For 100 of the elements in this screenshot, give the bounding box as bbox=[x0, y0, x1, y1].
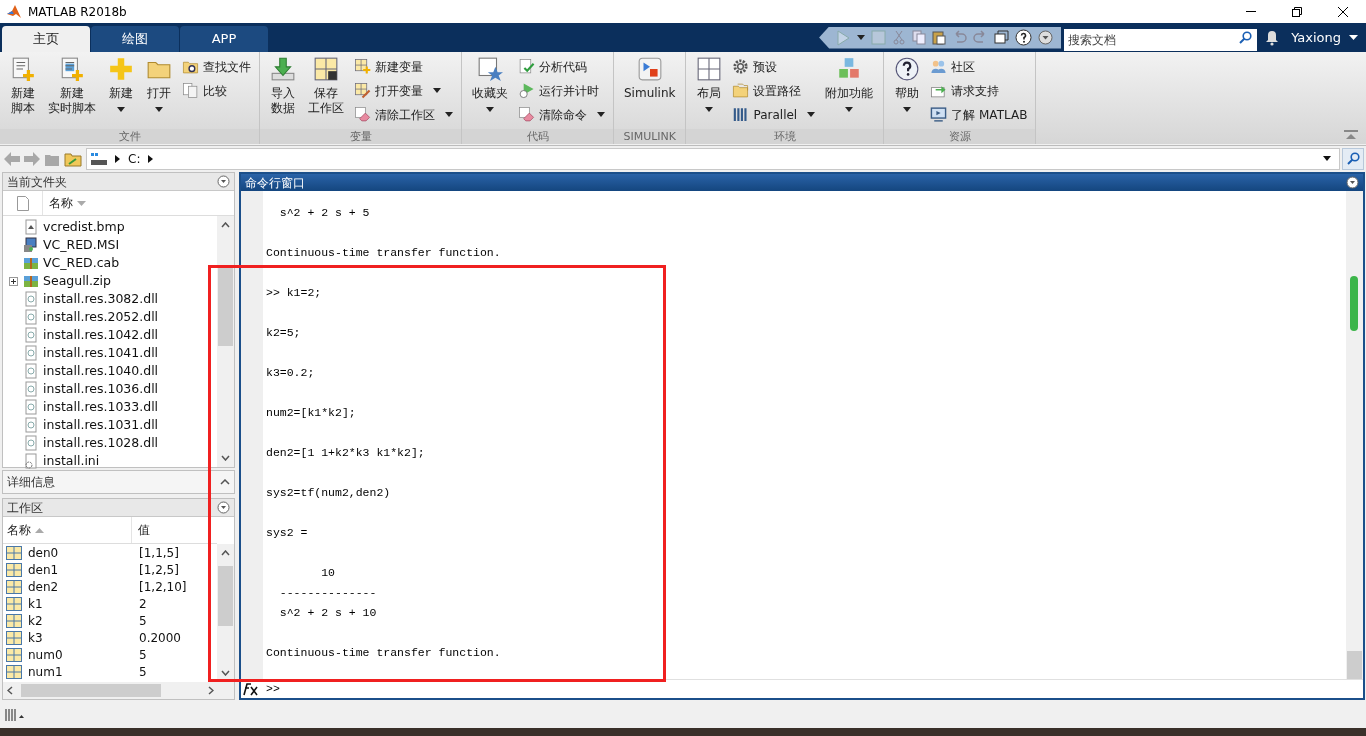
panel-menu-icon[interactable] bbox=[1346, 176, 1359, 189]
file-name[interactable]: install.res.3082.dll bbox=[43, 289, 159, 309]
browse-folder-icon[interactable] bbox=[64, 150, 82, 167]
scrollbar[interactable] bbox=[1346, 191, 1363, 679]
ribbon-button[interactable]: 新建变量 bbox=[350, 56, 457, 77]
scroll-thumb[interactable] bbox=[218, 266, 233, 346]
ribbon-button[interactable]: 比较 bbox=[178, 80, 255, 101]
file-name[interactable]: install.res.1028.dll bbox=[43, 433, 159, 453]
expand-up-icon[interactable] bbox=[220, 479, 230, 485]
ribbon-button[interactable]: 预设 bbox=[728, 56, 820, 77]
file-name[interactable]: install.res.1036.dll bbox=[43, 379, 159, 399]
breadcrumb-arrow-icon bbox=[148, 154, 154, 163]
file-name[interactable]: Seagull.zip bbox=[43, 271, 112, 291]
scroll-thumb[interactable] bbox=[1347, 651, 1362, 679]
variable-grid-icon bbox=[6, 647, 22, 662]
ribbon-button[interactable]: 设置路径 bbox=[728, 80, 820, 101]
document-plus-icon bbox=[59, 56, 85, 82]
column-header[interactable]: 值 bbox=[132, 517, 156, 543]
horizontal-scrollbar[interactable] bbox=[3, 682, 234, 699]
variable-name[interactable]: den0 bbox=[28, 543, 59, 562]
ribbon-button[interactable]: 了解 MATLAB bbox=[926, 104, 1032, 125]
variable-name[interactable]: k1 bbox=[28, 594, 43, 613]
status-bars-icon[interactable] bbox=[4, 708, 26, 722]
windows-icon[interactable] bbox=[994, 30, 1010, 45]
variable-name[interactable]: k2 bbox=[28, 611, 43, 630]
ribbon-button[interactable]: 社区 bbox=[926, 56, 1032, 77]
breadcrumb[interactable]: C: bbox=[128, 149, 141, 168]
column-header[interactable]: 名称 bbox=[3, 517, 132, 543]
file-name[interactable]: install.res.1041.dll bbox=[43, 343, 159, 363]
ribbon-button[interactable]: Parallel bbox=[728, 104, 820, 125]
scroll-up-icon[interactable] bbox=[221, 222, 230, 228]
scrollbar[interactable] bbox=[217, 216, 234, 467]
file-name[interactable]: VC_RED.MSI bbox=[43, 235, 120, 255]
ribbon-button[interactable]: 分析代码 bbox=[514, 56, 609, 77]
search-field[interactable]: 搜索文档 bbox=[1064, 28, 1258, 51]
collapse-ribbon-icon[interactable] bbox=[1344, 130, 1358, 140]
ribbon-button[interactable]: 查找文件 bbox=[178, 56, 255, 77]
variable-name[interactable]: den1 bbox=[28, 560, 59, 579]
ribbon-button[interactable]: 运行并计时 bbox=[514, 80, 609, 101]
ribbon-button[interactable]: 打开变量 bbox=[350, 80, 457, 101]
scroll-up-icon[interactable] bbox=[221, 550, 230, 556]
ribbon-button[interactable]: 附加功能 bbox=[819, 52, 880, 126]
copy-icon[interactable] bbox=[912, 30, 927, 45]
eraser-icon bbox=[518, 106, 535, 123]
ribbon-button[interactable]: Simulink bbox=[618, 52, 682, 126]
file-name[interactable]: vcredist.bmp bbox=[43, 217, 125, 237]
ribbon-button[interactable]: 新建 脚本 bbox=[4, 52, 42, 126]
file-name[interactable]: install.res.1040.dll bbox=[43, 361, 159, 381]
variable-name[interactable]: k3 bbox=[28, 628, 43, 647]
paste-icon[interactable] bbox=[932, 30, 947, 45]
ribbon-button[interactable]: 新建 bbox=[102, 52, 140, 126]
expand-icon[interactable] bbox=[8, 276, 18, 286]
file-name[interactable]: install.res.1042.dll bbox=[43, 325, 159, 345]
panel-menu-icon[interactable] bbox=[217, 175, 230, 188]
scroll-down-icon[interactable] bbox=[221, 455, 230, 461]
window-title: MATLAB R2018b bbox=[28, 3, 127, 21]
file-name[interactable]: install.res.1033.dll bbox=[43, 397, 159, 417]
scroll-down-icon[interactable] bbox=[221, 670, 230, 676]
sort-ascending-icon bbox=[35, 527, 44, 533]
file-name[interactable]: install.ini bbox=[43, 451, 100, 471]
help-icon[interactable] bbox=[1015, 29, 1033, 46]
file-name[interactable]: install.res.2052.dll bbox=[43, 307, 159, 327]
ribbon-tab[interactable]: 绘图 bbox=[91, 26, 179, 52]
column-header[interactable]: 名称 bbox=[43, 191, 92, 215]
variable-name[interactable]: num0 bbox=[28, 645, 63, 664]
ribbon-button[interactable]: 请求支持 bbox=[926, 80, 1032, 101]
dropdown-icon[interactable] bbox=[1323, 156, 1331, 161]
variable-name[interactable]: den2 bbox=[28, 577, 59, 596]
dropdown-circle-icon[interactable] bbox=[1038, 30, 1054, 45]
ribbon-button[interactable]: 收藏夹 bbox=[466, 52, 514, 126]
scrollbar[interactable] bbox=[217, 544, 234, 682]
close-icon bbox=[1338, 6, 1348, 17]
command-output: Continuous-time transfer function. bbox=[266, 245, 501, 261]
ribbon-button[interactable]: 帮助 bbox=[888, 52, 927, 126]
ribbon-tab[interactable]: APP bbox=[180, 26, 268, 52]
layout-grid-icon bbox=[696, 56, 723, 82]
ribbon-button[interactable]: 打开 bbox=[140, 52, 178, 126]
search-button[interactable] bbox=[1342, 147, 1364, 170]
address-field[interactable]: C: bbox=[86, 147, 1340, 170]
variable-value: 5 bbox=[138, 646, 147, 664]
gear-icon bbox=[732, 58, 750, 75]
scroll-thumb[interactable] bbox=[21, 684, 161, 697]
scroll-thumb[interactable] bbox=[218, 566, 233, 626]
panel-menu-icon[interactable] bbox=[217, 501, 230, 514]
user-menu[interactable]: Yaxiong bbox=[1291, 27, 1358, 48]
ribbon-button[interactable]: 新建 实时脚本 bbox=[42, 52, 102, 126]
ribbon-button[interactable]: 导入 数据 bbox=[264, 52, 302, 126]
command-output: sys2=tf(num2,den2) bbox=[266, 485, 391, 501]
scroll-left-icon[interactable] bbox=[7, 686, 13, 695]
scroll-right-icon[interactable] bbox=[208, 686, 214, 695]
variable-name[interactable]: num1 bbox=[28, 662, 63, 681]
bell-icon[interactable] bbox=[1265, 29, 1280, 46]
file-name[interactable]: install.res.1031.dll bbox=[43, 415, 159, 435]
file-name[interactable]: VC_RED.cab bbox=[43, 253, 120, 273]
ribbon-tab[interactable]: 主页 bbox=[2, 26, 90, 52]
ribbon-button[interactable]: 清除命令 bbox=[514, 104, 609, 125]
ribbon-button[interactable]: 保存 工作区 bbox=[302, 52, 350, 126]
ribbon-button[interactable]: 清除工作区 bbox=[350, 104, 457, 125]
command-output: -------------- bbox=[278, 585, 377, 601]
ribbon-button[interactable]: 布局 bbox=[690, 52, 729, 126]
